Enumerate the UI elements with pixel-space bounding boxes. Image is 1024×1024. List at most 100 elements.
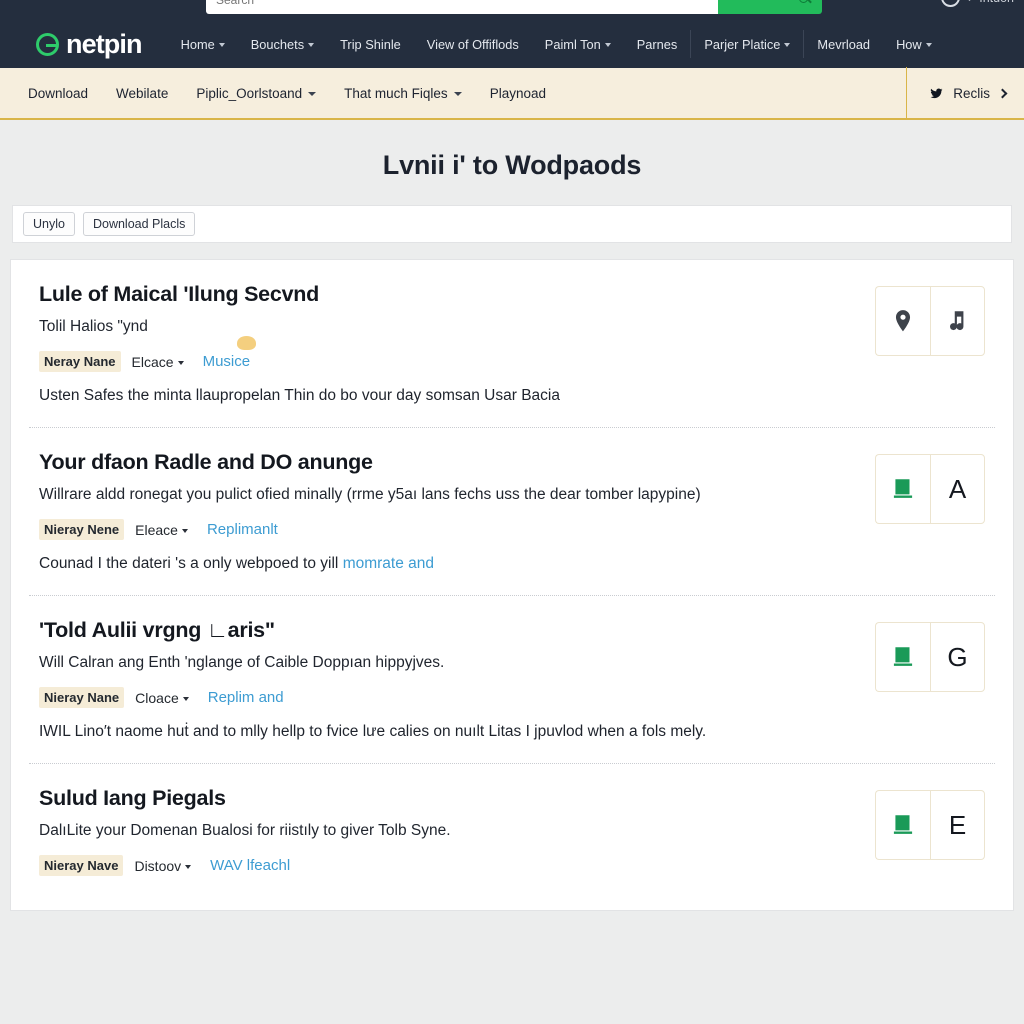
netpin-logo-icon bbox=[36, 32, 59, 56]
chevron-down-icon bbox=[966, 0, 974, 2]
toolbar: Unylo Download Placls bbox=[12, 205, 1012, 243]
account-label: Intuon bbox=[979, 0, 1014, 5]
status-badge: Nieray Nave bbox=[39, 855, 124, 877]
list-item: Sulud Iang Piegals DalıLite your Domenan… bbox=[29, 764, 995, 910]
list-item-meta: Nieray Nane Cloace Replim and bbox=[39, 687, 855, 709]
nav-label: How bbox=[896, 36, 922, 52]
list-item-content: 'Told Aulii vrgng ∟aris" Will Calran ang… bbox=[39, 618, 875, 743]
list-item-content: Sulud Iang Piegals DalıLite your Domenan… bbox=[39, 786, 875, 890]
status-badge: Neray Nane bbox=[39, 351, 121, 373]
main-navigation: netpin Home Bouchets Trip Shinle View of… bbox=[0, 20, 1024, 68]
list-item-title[interactable]: Sulud Iang Piegals bbox=[39, 786, 855, 811]
subnav-label: That much Fiqles bbox=[344, 85, 448, 101]
global-search bbox=[206, 0, 822, 14]
nav-item-paiml-ton[interactable]: Paiml Ton bbox=[532, 30, 624, 58]
chevron-down-icon bbox=[177, 361, 184, 366]
subnav-item-that-much-fiqles[interactable]: That much Fiqles bbox=[330, 86, 476, 101]
description-text: Usten Safes the minta llaupropelan Thin … bbox=[39, 387, 560, 405]
brand-name: netpin bbox=[66, 28, 142, 59]
list-item: 'Told Aulii vrgng ∟aris" Will Calran ang… bbox=[29, 596, 995, 765]
status-badge: Nieray Nene bbox=[39, 519, 125, 541]
format-select-value: Elcace bbox=[131, 353, 174, 370]
category-link[interactable]: Replim and bbox=[208, 689, 284, 706]
nav-item-how[interactable]: How bbox=[883, 30, 945, 58]
book-icon bbox=[893, 647, 913, 667]
music-action[interactable] bbox=[930, 286, 985, 356]
music-note-icon bbox=[949, 311, 963, 331]
twitter-follow-link[interactable]: Reclis bbox=[906, 67, 1024, 119]
search-input[interactable] bbox=[206, 0, 718, 14]
chevron-down-icon bbox=[218, 43, 225, 47]
status-badge: Nieray Nane bbox=[39, 687, 125, 709]
nav-item-parjer-platice[interactable]: Parjer Platice bbox=[690, 30, 803, 58]
subnav-label: Piplic_Oorlstoand bbox=[196, 85, 303, 101]
list-item-subtitle: Will Calran ang Enth 'nglange of Caible … bbox=[39, 654, 445, 672]
nav-item-parnes[interactable]: Parnes bbox=[624, 30, 691, 58]
list-item-content: Your dfaon Radle and DO anunge Willrare … bbox=[39, 450, 875, 575]
search-button[interactable] bbox=[718, 0, 822, 14]
book-action[interactable] bbox=[875, 790, 930, 861]
list-item-description: Usten Safes the minta llaupropelan Thin … bbox=[39, 386, 855, 407]
nav-links: Home Bouchets Trip Shinle View of Offifl… bbox=[168, 30, 945, 58]
format-select[interactable]: Distoov bbox=[131, 856, 194, 876]
letter-action[interactable]: A bbox=[930, 454, 985, 525]
nav-item-home[interactable]: Home bbox=[168, 30, 238, 58]
letter-action[interactable]: G bbox=[930, 622, 985, 693]
map-pin-action[interactable] bbox=[875, 286, 930, 356]
map-pin-icon bbox=[895, 310, 911, 332]
letter-action[interactable]: E bbox=[930, 790, 985, 861]
subnav-label: Playnoad bbox=[489, 85, 546, 101]
list-item-meta: Neray Nane Elcace Musice bbox=[39, 336, 855, 373]
chevron-right-icon bbox=[997, 88, 1008, 98]
nav-label: Mevrload bbox=[817, 36, 871, 52]
format-select-value: Eleace bbox=[135, 521, 178, 538]
nav-item-mevrload[interactable]: Mevrload bbox=[803, 30, 883, 58]
category-link[interactable]: Musice bbox=[203, 353, 251, 370]
description-text: IWIL Lino′t naome huṫ and to mlly hellp … bbox=[39, 723, 707, 741]
description-link[interactable]: momrate and bbox=[343, 555, 434, 572]
book-icon bbox=[893, 815, 913, 835]
secondary-navigation: Download Webilate Piplic_Oorlstoand That… bbox=[0, 67, 1024, 120]
nav-item-trip-shinle[interactable]: Trip Shinle bbox=[327, 30, 414, 58]
format-select-value: Cloace bbox=[135, 689, 179, 706]
letter-icon: E bbox=[948, 809, 967, 840]
category-link[interactable]: WAV lfeachl bbox=[210, 857, 290, 874]
chevron-down-icon bbox=[182, 697, 189, 702]
list-item-meta: Nieray Nave Distoov WAV lfeachl bbox=[39, 855, 855, 877]
subnav-item-webilate[interactable]: Webilate bbox=[102, 86, 182, 101]
book-action[interactable] bbox=[875, 622, 930, 693]
list-item-description: Counad I the dateri 's a only webpoed to… bbox=[39, 554, 855, 575]
list-item-actions: G bbox=[875, 622, 985, 693]
subnav-label: Webilate bbox=[116, 85, 169, 101]
nav-label: Trip Shinle bbox=[340, 36, 401, 52]
list-item-title[interactable]: 'Told Aulii vrgng ∟aris" bbox=[39, 618, 855, 643]
chevron-down-icon bbox=[185, 865, 192, 870]
book-icon bbox=[893, 479, 913, 498]
account-menu[interactable]: Intuon bbox=[941, 0, 1014, 7]
list-item-actions bbox=[875, 286, 985, 356]
nav-label: Paiml Ton bbox=[544, 36, 601, 52]
list-item-content: Lule of Maical 'Ilung Secvnd Tolil Halio… bbox=[39, 282, 875, 407]
format-select[interactable]: Cloace bbox=[132, 688, 192, 708]
unylo-button[interactable]: Unylo bbox=[23, 211, 75, 237]
subnav-item-piplic-oorlstoand[interactable]: Piplic_Oorlstoand bbox=[182, 86, 330, 101]
list-item-actions: E bbox=[875, 790, 985, 861]
chevron-down-icon bbox=[308, 43, 315, 47]
book-action[interactable] bbox=[875, 454, 930, 525]
subnav-item-download[interactable]: Download bbox=[14, 86, 102, 101]
search-icon bbox=[799, 0, 808, 3]
subnav-item-playnoad[interactable]: Playnoad bbox=[476, 86, 560, 101]
nav-label: Parjer Platice bbox=[704, 36, 781, 52]
list-item-actions: A bbox=[875, 454, 985, 525]
list-item-title[interactable]: Your dfaon Radle and DO anunge bbox=[39, 450, 855, 475]
nav-item-view-of-offiflods[interactable]: View of Offiflods bbox=[414, 30, 532, 58]
download-placls-button[interactable]: Download Placls bbox=[82, 211, 196, 237]
list-item-title[interactable]: Lule of Maical 'Ilung Secvnd bbox=[39, 282, 855, 307]
letter-icon: A bbox=[948, 473, 967, 504]
category-link[interactable]: Replimanlt bbox=[207, 521, 278, 538]
brand-logo[interactable]: netpin bbox=[36, 29, 142, 60]
nav-item-bouchets[interactable]: Bouchets bbox=[238, 30, 327, 58]
format-select[interactable]: Eleace bbox=[132, 520, 191, 540]
chevron-down-icon bbox=[604, 43, 611, 47]
format-select[interactable]: Elcace bbox=[129, 352, 187, 372]
